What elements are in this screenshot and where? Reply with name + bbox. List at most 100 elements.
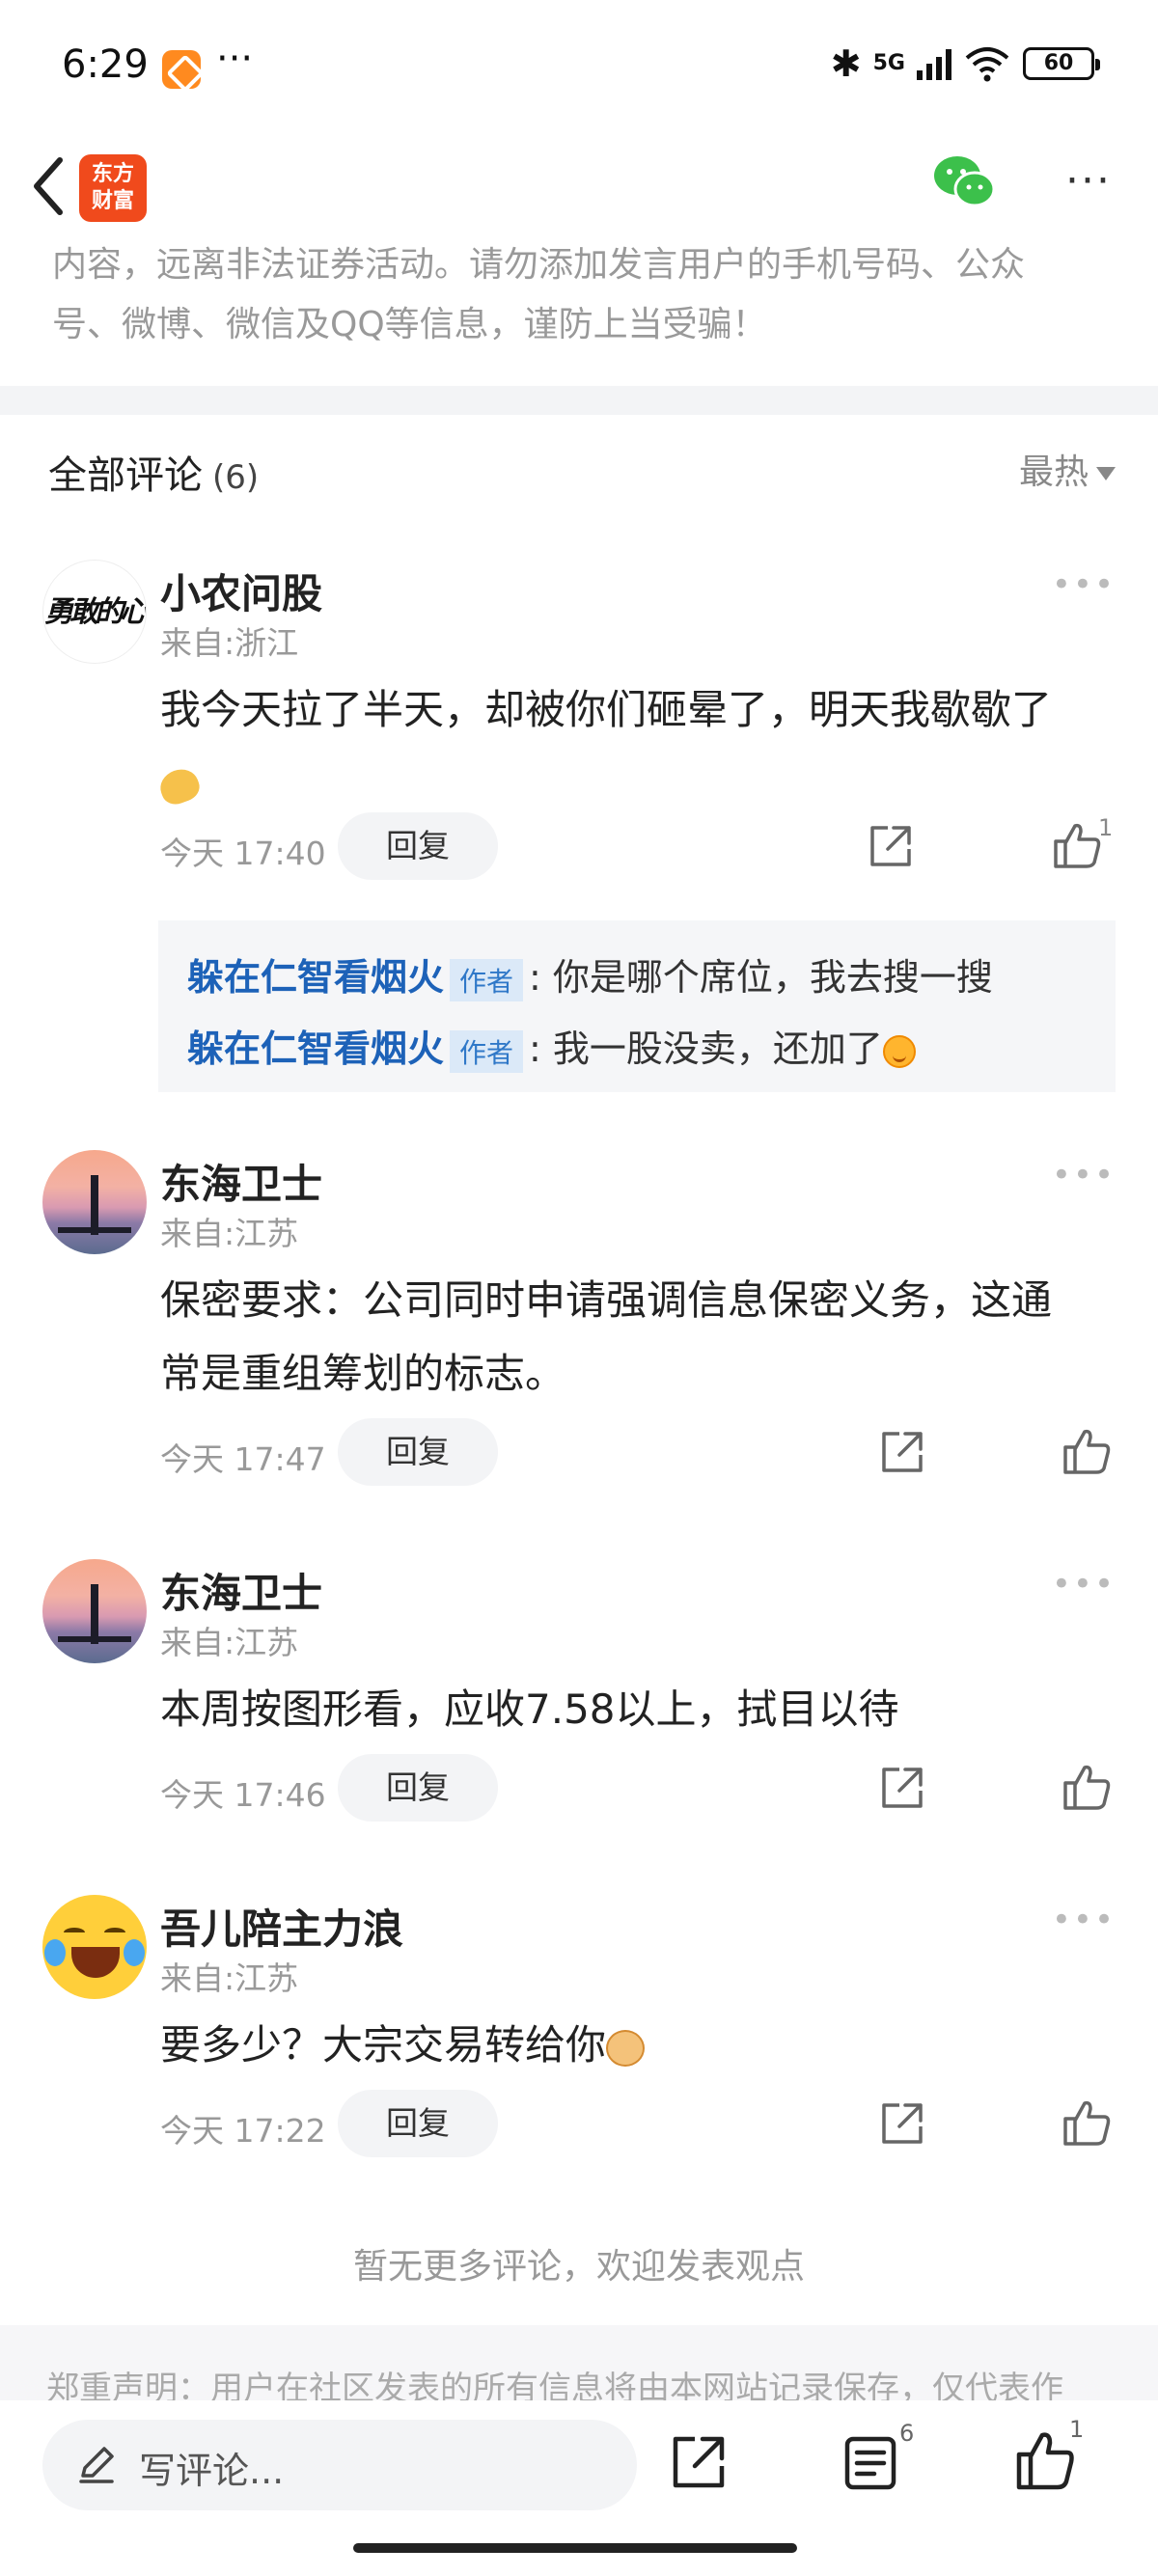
- comment-more-icon[interactable]: •••: [1052, 1565, 1116, 1603]
- like-icon[interactable]: [1015, 2429, 1075, 2491]
- smile-emoji-icon: [882, 1034, 916, 1068]
- reply-item[interactable]: 躲在仁智看烟火 作者: 我一股没卖，还加了: [187, 1019, 916, 1073]
- signal-icon: [917, 47, 951, 80]
- avatar[interactable]: 勇敢的心: [42, 560, 147, 664]
- emoji-eye: [104, 1928, 125, 1937]
- author-badge: 作者: [450, 1029, 524, 1073]
- bottom-disclaimer-area: 郑重声明：用户在社区发表的所有信息将由本网站记录保存，仅代表作: [0, 2325, 1158, 2402]
- comment-location: 来自:江苏: [160, 1624, 299, 1661]
- comments-header: 全部评论 (6) 最热: [0, 425, 1158, 511]
- disclaimer-line-1: 内容，远离非法证券活动。请勿添加发言用户的手机号码、公众: [52, 245, 1026, 285]
- network-type: 5G: [872, 51, 905, 75]
- comment-placeholder: 写评论...: [139, 2450, 285, 2492]
- comment-input[interactable]: 写评论...: [42, 2420, 637, 2510]
- comment-author[interactable]: 吾儿陪主力浪: [160, 1897, 403, 1956]
- disclaimer-line-2: 号、微博、微信及QQ等信息，谨防上当受骗！: [52, 305, 767, 344]
- home-indicator[interactable]: [353, 2543, 797, 2553]
- section-divider: [0, 386, 1158, 415]
- author-badge: 作者: [450, 958, 524, 1001]
- avatar[interactable]: [42, 1559, 147, 1663]
- wifi-icon: [963, 44, 1011, 83]
- sort-dropdown[interactable]: 最热: [1019, 444, 1116, 494]
- comment-text: 保密要求：公司同时申请强调信息保密义务，这通 常是重组筹划的标志。: [160, 1264, 1116, 1411]
- comment-time: 今天 17:22: [160, 2112, 326, 2150]
- comment-text-content: 要多少？大宗交易转给你: [160, 2021, 607, 2069]
- share-icon[interactable]: [878, 2099, 926, 2148]
- comment-location: 来自:浙江: [160, 624, 299, 662]
- share-icon[interactable]: [867, 822, 915, 870]
- bluetooth-icon: ✱: [830, 42, 862, 85]
- sort-label: 最热: [1018, 452, 1089, 492]
- emoji-tear: [44, 1939, 66, 1966]
- status-bar: 6:29 ··· ✱ 5G 60: [0, 0, 1158, 135]
- like-icon[interactable]: [1062, 1426, 1112, 1476]
- reply-item[interactable]: 躲在仁智看烟火 作者: 你是哪个席位，我去搜一搜: [187, 947, 993, 1001]
- comment-text-line-2: 常是重组筹划的标志。: [160, 1350, 566, 1397]
- risk-disclaimer: 内容，远离非法证券活动。请勿添加发言用户的手机号码、公众 号、微博、微信及QQ等…: [52, 235, 1114, 355]
- reply-button[interactable]: 回复: [338, 2090, 498, 2157]
- comment-more-icon[interactable]: •••: [1052, 1901, 1116, 1939]
- no-more-comments: 暂无更多评论，欢迎发表观点: [352, 2247, 805, 2287]
- reply-author[interactable]: 躲在仁智看烟火: [187, 956, 444, 999]
- comment-more-icon[interactable]: •••: [1052, 565, 1116, 604]
- emoji-mouth: [71, 1947, 120, 1978]
- battery-icon: 60: [1023, 47, 1100, 80]
- status-time: 6:29: [62, 42, 149, 87]
- comment-text: 要多少？大宗交易转给你: [160, 2009, 1116, 2082]
- app-logo[interactable]: 东方 财富: [79, 154, 147, 222]
- avatar[interactable]: [42, 1895, 147, 1999]
- avatar[interactable]: [42, 1150, 147, 1254]
- bottom-action-bar: 写评论... 6 1: [0, 2400, 1158, 2576]
- like-count-badge: 1: [1069, 2416, 1085, 2443]
- share-icon[interactable]: [670, 2433, 728, 2491]
- reply-text: : 你是哪个席位，我去搜一搜: [529, 956, 993, 999]
- status-more-icon: ···: [216, 37, 254, 81]
- status-indicators: ✱ 5G 60: [830, 42, 1100, 85]
- dog-emoji-icon: [606, 2029, 646, 2067]
- comment-time: 今天 17:46: [160, 1776, 326, 1814]
- like-icon[interactable]: [1062, 1762, 1112, 1812]
- comments-title-text: 全部评论: [48, 453, 203, 498]
- bottom-disclaimer: 郑重声明：用户在社区发表的所有信息将由本网站记录保存，仅代表作: [46, 2370, 1063, 2402]
- comments-title: 全部评论 (6): [48, 444, 259, 500]
- reply-button[interactable]: 回复: [338, 812, 498, 880]
- app-notification-icon: [162, 50, 201, 89]
- comments-count: (6): [212, 458, 260, 497]
- comment-more-icon[interactable]: •••: [1052, 1156, 1116, 1194]
- comment-author[interactable]: 小农问股: [160, 562, 322, 620]
- wechat-icon[interactable]: [932, 152, 996, 210]
- comment-text: 我今天拉了半天，却被你们砸晕了，明天我歇歇了: [155, 673, 1116, 820]
- reply-button[interactable]: 回复: [338, 1754, 498, 1822]
- comment-count-badge: 6: [899, 2420, 915, 2447]
- clap-emoji-icon: [155, 763, 204, 808]
- list-icon[interactable]: [843, 2435, 897, 2491]
- comment-time: 今天 17:40: [160, 835, 326, 872]
- like-icon[interactable]: [1052, 820, 1102, 870]
- back-icon[interactable]: [25, 152, 73, 220]
- top-nav: 东方 财富 ···: [0, 135, 1158, 241]
- emoji-eye: [64, 1928, 85, 1937]
- comment-author[interactable]: 东海卫士: [160, 1561, 322, 1620]
- like-icon[interactable]: [1062, 2097, 1112, 2148]
- reply-thread: 躲在仁智看烟火 作者: 你是哪个席位，我去搜一搜 躲在仁智看烟火 作者: 我一股没卖…: [158, 920, 1116, 1092]
- share-icon[interactable]: [878, 1764, 926, 1812]
- reply-author[interactable]: 躲在仁智看烟火: [187, 1028, 444, 1070]
- like-count: 1: [1098, 814, 1114, 841]
- emoji-tear: [124, 1939, 145, 1966]
- logo-text-2: 财富: [91, 189, 134, 213]
- logo-text-1: 东方: [91, 162, 134, 186]
- reply-text: : 我一股没卖，还加了: [529, 1028, 883, 1070]
- comment-location: 来自:江苏: [160, 1959, 299, 1997]
- comment-time: 今天 17:47: [160, 1440, 326, 1478]
- comment-location: 来自:江苏: [160, 1215, 299, 1252]
- dropdown-caret-icon: [1096, 467, 1116, 480]
- more-icon[interactable]: ···: [1065, 156, 1112, 206]
- avatar-text: 勇敢的心: [44, 595, 146, 629]
- comment-author[interactable]: 东海卫士: [160, 1152, 322, 1211]
- share-icon[interactable]: [878, 1428, 926, 1476]
- comment-text: 本周按图形看，应收7.58以上，拭目以待: [160, 1685, 899, 1733]
- pen-icon: [79, 2447, 114, 2483]
- reply-button[interactable]: 回复: [338, 1418, 498, 1486]
- comment-text-line-1: 保密要求：公司同时申请强调信息保密义务，这通: [160, 1276, 1053, 1324]
- comment-text-content: 我今天拉了半天，却被你们砸晕了，明天我歇歇了: [160, 686, 1053, 733]
